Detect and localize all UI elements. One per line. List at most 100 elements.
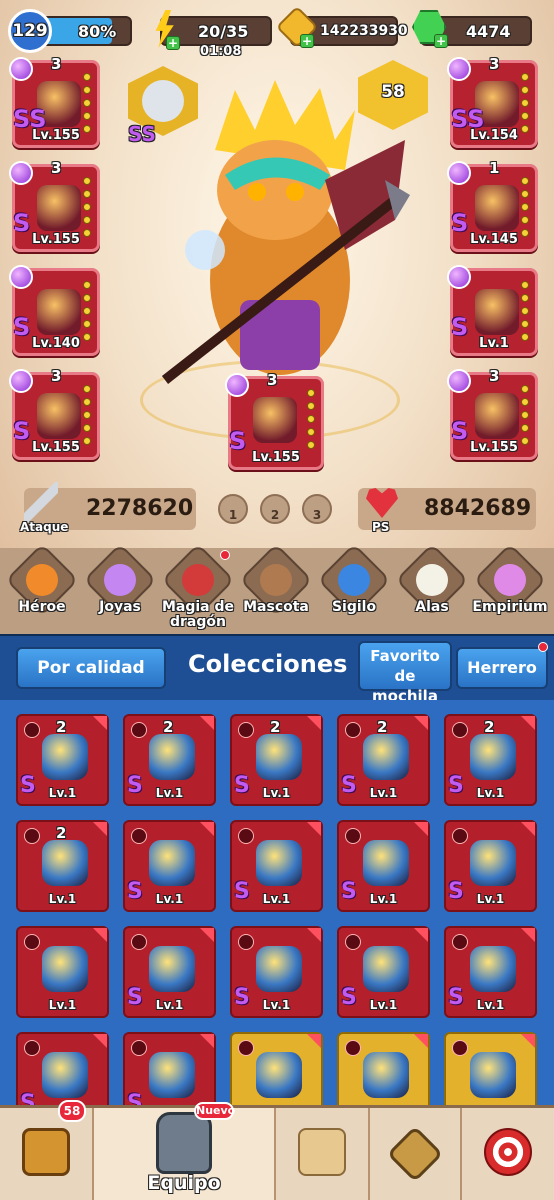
item-art [363,840,409,886]
hp-value: 8842689 [424,496,532,521]
left-slot-1[interactable]: 3 SS Lv.155 [9,55,100,148]
left-slot-3[interactable]: S Lv.140 [9,265,100,356]
grid-item-r2-c4[interactable]: S Lv.1 [337,820,430,912]
tab-equipment[interactable]: Nuevo Equipo [94,1102,276,1200]
item-art [42,734,88,780]
grid-item-r3-c3[interactable]: S Lv.1 [230,926,323,1018]
item-grid: 2 S Lv.1 2 S Lv.1 2 S Lv.1 2 S Lv.1 2 S Lv.1 2 Lv.1 S Lv.1… [0,700,554,1105]
right-slot-1[interactable]: 3 SS Lv.154 [447,55,538,148]
left-slot-2[interactable]: 3 S Lv.155 [9,159,100,252]
center-equipment-slot[interactable]: 3 S Lv.155 [225,371,324,470]
attack-label: Ataque [20,520,69,534]
right-slot-2[interactable]: 1 S Lv.145 [447,159,538,252]
energy-timer: 01:08 [200,44,242,59]
item-level: Lv.1 [262,892,291,906]
slot-level: Lv.155 [252,450,300,465]
item-level: Lv.1 [262,786,291,800]
rarity-corner [200,716,214,730]
category-3[interactable]: Magia de dragón [161,543,235,632]
category-5[interactable]: Sigilo [317,543,391,632]
backpack-favorites-button[interactable]: Favorito de mochila [358,641,452,705]
item-art [363,946,409,992]
upgrade-dots [83,281,91,341]
preset-1-button[interactable]: 1 [218,494,248,524]
category-1[interactable]: Héroe [5,543,79,632]
grid-item-r3-c1[interactable]: Lv.1 [16,926,109,1018]
target-icon [484,1128,532,1176]
category-label: Joyas [99,599,141,615]
item-level: Lv.1 [155,892,184,906]
upgrade-dots [521,73,529,133]
grid-item-r4-c3[interactable] [230,1032,323,1105]
grid-item-r3-c2[interactable]: S Lv.1 [123,926,216,1018]
grid-item-r1-c3[interactable]: 2 S Lv.1 [230,714,323,806]
hero-area: 80% 129 20/35 + 01:08 142233930 + 4474 +… [0,0,554,640]
category-7[interactable]: Empirium [472,543,548,632]
grid-item-r1-c4[interactable]: 2 S Lv.1 [337,714,430,806]
tab-chest[interactable]: 58 [0,1100,94,1200]
item-art [475,393,519,439]
tab-upgrade[interactable] [370,1108,462,1200]
category-label: Sigilo [331,599,377,615]
rarity-corner [414,822,428,836]
rarity-corner [307,1034,321,1048]
item-level: Lv.1 [476,892,505,906]
item-art [363,1052,409,1098]
category-4[interactable]: Mascota [239,543,313,632]
item-level: Lv.1 [476,786,505,800]
item-type-icon [452,934,468,950]
item-level: Lv.1 [369,998,398,1012]
grid-item-r1-c1[interactable]: 2 S Lv.1 [16,714,109,806]
grid-item-r4-c5[interactable] [444,1032,537,1105]
grid-item-r2-c5[interactable]: S Lv.1 [444,820,537,912]
item-art [42,840,88,886]
star-icon [9,57,33,81]
item-type-icon [452,828,468,844]
hero-character[interactable] [145,80,415,410]
treasure-chest-icon [22,1128,70,1176]
preset-3-button[interactable]: 3 [302,494,332,524]
attack-value: 2278620 [86,496,194,521]
star-icon [9,369,33,393]
grid-item-r3-c5[interactable]: S Lv.1 [444,926,537,1018]
slot-count: 3 [51,367,62,385]
grid-item-r2-c2[interactable]: S Lv.1 [123,820,216,912]
grid-item-r4-c2[interactable]: S [123,1032,216,1105]
rarity-corner [93,928,107,942]
item-art [470,734,516,780]
right-slot-3[interactable]: S Lv.1 [447,265,538,356]
grid-item-r2-c3[interactable]: S Lv.1 [230,820,323,912]
sort-by-quality-button[interactable]: Por calidad [16,647,166,689]
item-art [42,1052,88,1098]
preset-2-button[interactable]: 2 [260,494,290,524]
gems-plus-icon[interactable]: + [434,34,448,48]
pet-level: 58 [381,82,405,102]
energy-plus-icon[interactable]: + [166,36,180,50]
rarity-corner [307,822,321,836]
tab-challenge[interactable] [462,1108,554,1200]
item-count: 2 [56,824,67,842]
category-6[interactable]: Alas [395,543,469,632]
player-level-badge[interactable]: 129 [8,9,52,53]
grid-item-r3-c4[interactable]: S Lv.1 [337,926,430,1018]
rarity-corner [307,928,321,942]
grid-item-r2-c1[interactable]: 2 Lv.1 [16,820,109,912]
grid-item-r1-c2[interactable]: 2 S Lv.1 [123,714,216,806]
category-label: Alas [415,599,449,615]
tab-map[interactable] [276,1108,370,1200]
grid-item-r4-c1[interactable]: S [16,1032,109,1105]
star-icon [9,265,33,289]
new-badge: Nuevo [194,1102,235,1120]
slot-count: 3 [51,55,62,73]
rarity-corner [93,822,107,836]
star-icon [447,57,471,81]
grid-item-r1-c5[interactable]: 2 S Lv.1 [444,714,537,806]
upgrade-dots [83,385,91,445]
left-slot-4[interactable]: 3 S Lv.155 [9,367,100,460]
attack-stat: 2278620 Ataque [20,482,196,534]
category-2[interactable]: Joyas [83,543,157,632]
gold-plus-icon[interactable]: + [300,34,314,48]
right-slot-4[interactable]: 3 S Lv.155 [447,367,538,460]
grid-item-r4-c4[interactable] [337,1032,430,1105]
blacksmith-button[interactable]: Herrero [456,647,548,689]
